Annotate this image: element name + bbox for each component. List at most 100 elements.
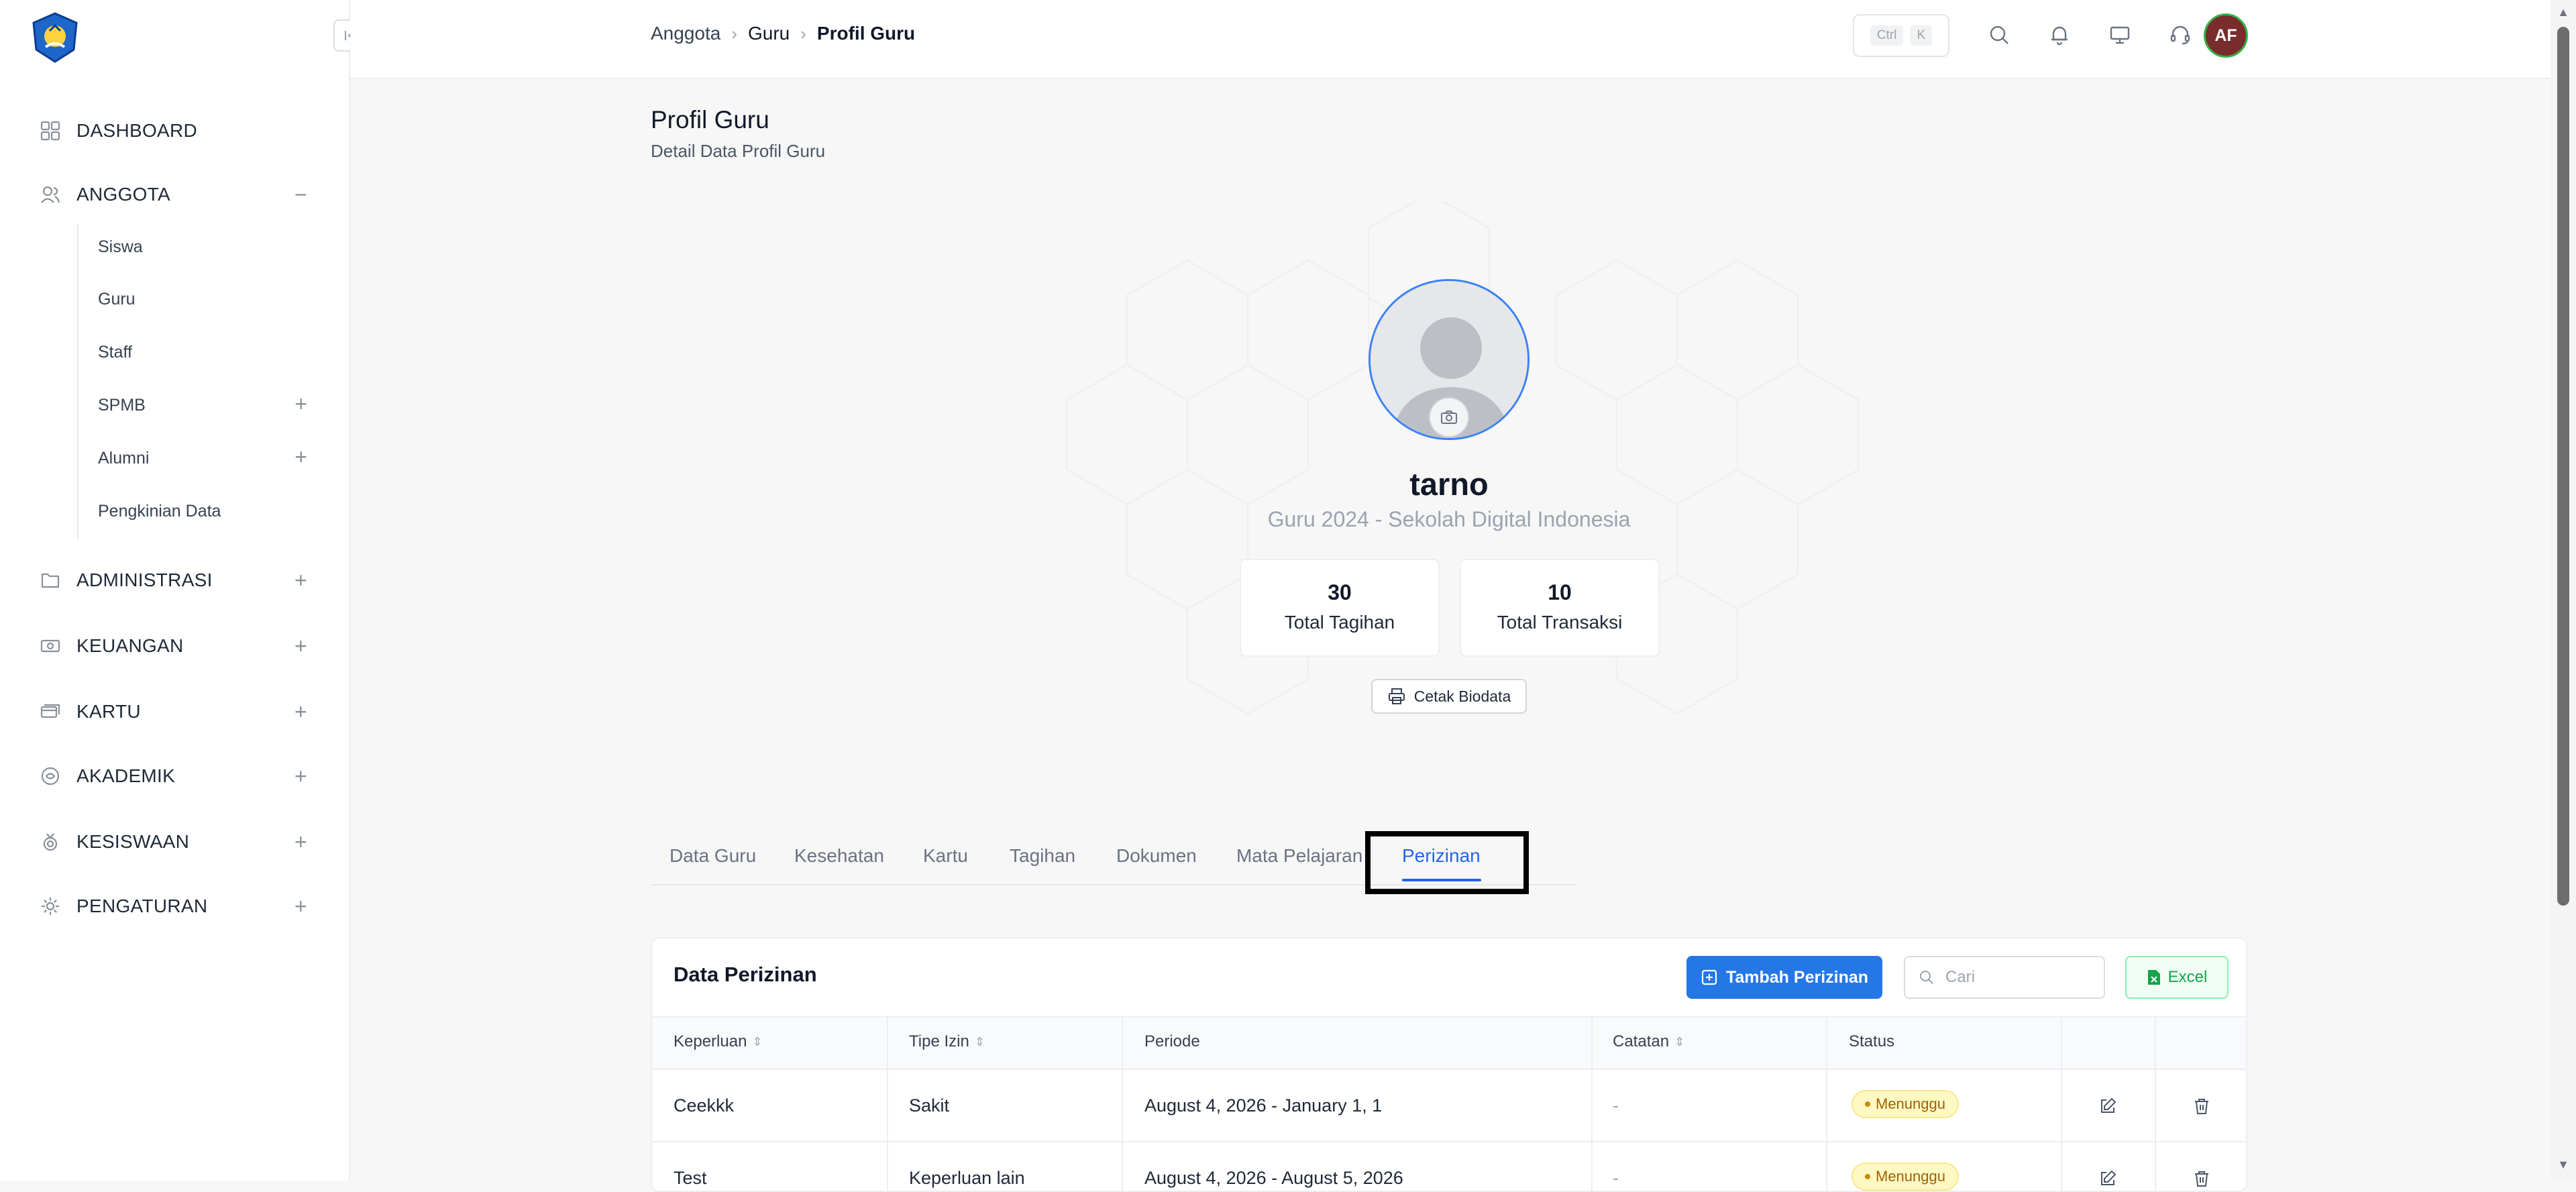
bell-icon[interactable]: [2045, 20, 2074, 50]
cell-keperluan: Test: [674, 1168, 707, 1188]
column-header-tipe-izin[interactable]: Tipe Izin ⇕: [909, 1032, 985, 1051]
table-row: Ceekkk Sakit August 4, 2026 - January 1,…: [652, 1070, 2246, 1142]
expand-toggle[interactable]: +: [294, 445, 307, 469]
breadcrumb-anggota[interactable]: Anggota: [651, 23, 720, 44]
stat-card-total-tagihan: 30 Total Tagihan: [1240, 559, 1440, 657]
search-input[interactable]: [1944, 967, 2081, 987]
search-icon[interactable]: [1984, 20, 2014, 50]
sidebar-item-staff[interactable]: Staff: [98, 337, 307, 367]
tab-tagihan[interactable]: Tagihan: [1010, 845, 1075, 867]
nav-label: KARTU: [76, 701, 141, 722]
sub-label: Guru: [98, 289, 136, 309]
expand-toggle[interactable]: +: [294, 634, 307, 658]
scroll-down-arrow-icon[interactable]: ▼: [2556, 1158, 2571, 1173]
topbar: Anggota › Guru › Profil Guru Ctrl K AF: [350, 0, 2551, 79]
cell-catatan: -: [1613, 1168, 1619, 1188]
monitor-icon[interactable]: [2105, 20, 2135, 50]
sort-icon[interactable]: ⇕: [1674, 1035, 1684, 1049]
nav-label: ADMINISTRASI: [76, 570, 213, 590]
command-palette-shortcut[interactable]: Ctrl K: [1853, 14, 1949, 57]
nav-item-kesiswaan[interactable]: KESISWAAN +: [39, 826, 307, 858]
sidebar-item-pengkinian-data[interactable]: Pengkinian Data: [98, 496, 307, 526]
stat-value: 30: [1328, 580, 1352, 604]
search-field[interactable]: [1904, 956, 2105, 999]
expand-toggle[interactable]: +: [294, 568, 307, 592]
sidebar: DASHBOARD ANGGOTA − Siswa Guru Staff SPM…: [0, 0, 350, 1181]
print-label: Cetak Biodata: [1413, 687, 1511, 705]
card-icon: [39, 700, 62, 723]
nav-label: KEUANGAN: [76, 635, 184, 656]
nav-item-kartu[interactable]: KARTU +: [39, 696, 307, 728]
nav-label: DASHBOARD: [76, 120, 198, 141]
status-label: Menunggu: [1876, 1095, 1945, 1112]
edit-icon[interactable]: [2096, 1167, 2120, 1191]
add-perizinan-button[interactable]: Tambah Perizinan: [1686, 956, 1882, 999]
tab-data-guru[interactable]: Data Guru: [669, 845, 756, 867]
sub-label: SPMB: [98, 395, 146, 415]
sort-icon[interactable]: ⇕: [752, 1035, 762, 1049]
nav-item-keuangan[interactable]: KEUANGAN +: [39, 630, 307, 662]
scroll-up-arrow-icon[interactable]: ▲: [2556, 5, 2571, 20]
breadcrumb-current: Profil Guru: [816, 23, 916, 44]
nav-item-anggota[interactable]: ANGGOTA −: [39, 178, 307, 211]
chevron-right-icon: ›: [731, 23, 737, 44]
sidebar-item-spmb[interactable]: SPMB +: [98, 390, 307, 420]
trash-icon[interactable]: [2190, 1167, 2214, 1191]
export-excel-button[interactable]: Excel: [2125, 956, 2229, 999]
cell-periode: August 4, 2026 - January 1, 1: [1144, 1095, 1383, 1116]
cell-periode: August 4, 2026 - August 5, 2026: [1144, 1168, 1403, 1188]
change-photo-button[interactable]: [1429, 397, 1469, 437]
cell-keperluan: Ceekkk: [674, 1095, 735, 1116]
expand-toggle[interactable]: +: [294, 764, 307, 788]
sidebar-item-siswa[interactable]: Siswa: [98, 232, 307, 262]
expand-toggle[interactable]: +: [294, 830, 307, 854]
tab-mata-pelajaran[interactable]: Mata Pelajaran: [1236, 845, 1362, 867]
nav-item-pengaturan[interactable]: PENGATURAN +: [39, 890, 307, 922]
stat-label: Total Tagihan: [1284, 612, 1395, 633]
breadcrumb-guru[interactable]: Guru: [748, 23, 790, 44]
table-header: Keperluan ⇕ Tipe Izin ⇕ Periode Catatan ⇕ S…: [652, 1016, 2246, 1070]
excel-label: Excel: [2167, 968, 2208, 986]
headset-icon[interactable]: [2165, 20, 2195, 50]
tab-kesehatan[interactable]: Kesehatan: [794, 845, 884, 867]
medal-icon: [39, 830, 62, 853]
focus-highlight-box: [1365, 831, 1529, 894]
sort-icon[interactable]: ⇕: [975, 1035, 985, 1049]
nav-item-administrasi[interactable]: ADMINISTRASI +: [39, 564, 307, 596]
page-title: Profil Guru: [651, 106, 769, 133]
users-icon: [39, 183, 62, 206]
tab-kartu[interactable]: Kartu: [923, 845, 968, 867]
kbd-ctrl: Ctrl: [1870, 25, 1904, 46]
sidebar-item-alumni[interactable]: Alumni +: [98, 443, 307, 473]
expand-toggle[interactable]: +: [294, 392, 307, 416]
column-header-keperluan[interactable]: Keperluan ⇕: [674, 1032, 763, 1051]
collapse-toggle[interactable]: −: [294, 182, 307, 207]
sidebar-item-guru[interactable]: Guru: [98, 284, 307, 314]
edit-icon[interactable]: [2096, 1094, 2120, 1118]
table-row: Test Keperluan lain August 4, 2026 - Aug…: [652, 1142, 2246, 1191]
submenu-line: [77, 224, 78, 539]
plus-square-icon: [1701, 969, 1717, 985]
column-header-status: Status: [1849, 1032, 1894, 1051]
avatar[interactable]: AF: [2204, 13, 2248, 58]
nav-item-dashboard[interactable]: DASHBOARD: [39, 115, 307, 147]
expand-toggle[interactable]: +: [294, 700, 307, 724]
nav-item-akademik[interactable]: AKADEMIK +: [39, 760, 307, 792]
column-label: Catatan: [1613, 1032, 1670, 1050]
cell-tipe-izin: Keperluan lain: [909, 1168, 1025, 1188]
expand-toggle[interactable]: +: [294, 894, 307, 918]
profile-name: tarno: [1409, 466, 1489, 502]
column-header-catatan[interactable]: Catatan ⇕: [1613, 1032, 1684, 1051]
tab-dokumen[interactable]: Dokumen: [1116, 845, 1197, 867]
scrollbar[interactable]: ▲ ▼: [2551, 0, 2576, 1181]
page-subtitle: Detail Data Profil Guru: [651, 141, 826, 161]
status-dot: [1865, 1101, 1870, 1107]
scrollbar-thumb[interactable]: [2557, 27, 2569, 906]
column-label: Tipe Izin: [909, 1032, 969, 1050]
cell-tipe-izin: Sakit: [909, 1095, 950, 1116]
tut-wuri-handayani-logo[interactable]: [28, 11, 82, 64]
nav-label: KESISWAAN: [76, 831, 190, 852]
print-biodata-button[interactable]: Cetak Biodata: [1371, 679, 1527, 714]
trash-icon[interactable]: [2190, 1094, 2214, 1118]
search-icon: [1920, 971, 1933, 984]
